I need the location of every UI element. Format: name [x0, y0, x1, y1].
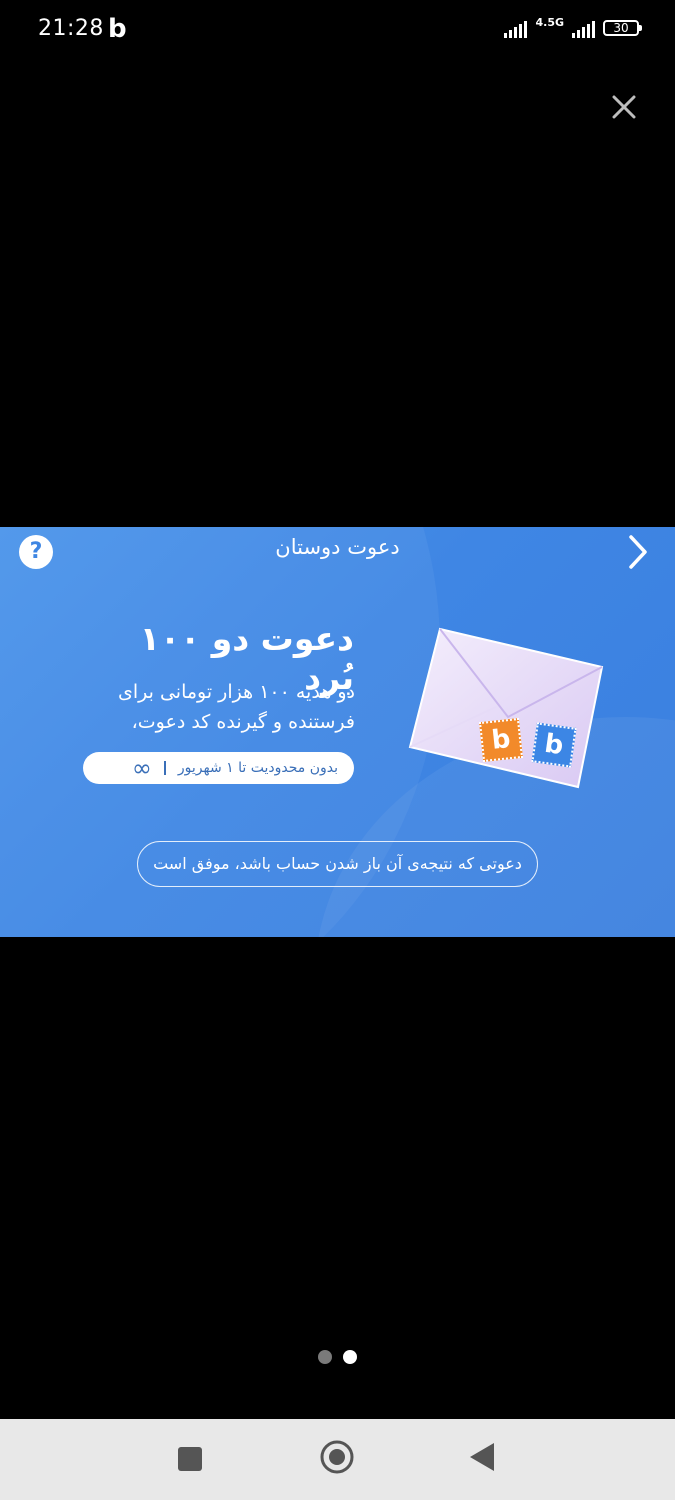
signal-icon-2: [572, 18, 595, 38]
limit-badge: بدون محدودیت تا ۱ شهریور ∞: [83, 752, 354, 784]
limit-text: بدون محدودیت تا ۱ شهریور: [177, 760, 338, 776]
envelope-icon: [408, 627, 604, 789]
app-notification-icon: b: [108, 14, 127, 44]
promo-description-line1: دو هدیه ۱۰۰ هزار تومانی برای: [117, 681, 355, 703]
pager-dot-active[interactable]: [343, 1350, 357, 1364]
success-condition-note: دعوتی که نتیجه‌ی آن باز شدن حساب باشد، م…: [137, 841, 538, 887]
promo-description-line2: فرستنده و گیرنده کد دعوت،: [131, 711, 355, 733]
status-indicators: 4.5G 30: [504, 15, 642, 38]
close-icon[interactable]: [609, 92, 639, 122]
infinity-icon: ∞: [131, 754, 152, 782]
promo-description: دو هدیه ۱۰۰ هزار تومانی برای فرستنده و گ…: [70, 677, 355, 737]
banner-title: دعوت دوستان: [275, 535, 400, 559]
signal-icon: [504, 18, 528, 38]
network-type-label: 4.5G: [535, 15, 564, 29]
triangle-back-icon[interactable]: [464, 1439, 504, 1479]
system-nav-bar: [0, 1419, 675, 1500]
pager-dot[interactable]: [318, 1350, 332, 1364]
status-time: 21:28: [38, 16, 104, 41]
screen: 21:28 b 4.5G 30 ? دعوت دوستان دعوت دو ۱۰…: [0, 0, 675, 1500]
blue-stamp-icon: b: [531, 722, 577, 768]
status-bar: 21:28 b 4.5G 30: [0, 0, 675, 62]
circle-home-icon[interactable]: [317, 1439, 357, 1479]
square-recents-icon[interactable]: [170, 1439, 210, 1479]
invite-friends-banner: ? دعوت دوستان دعوت دو ۱۰۰ بُرد دو هدیه ۱…: [0, 527, 675, 937]
orange-stamp-icon: b: [479, 718, 523, 762]
pager-indicator: [318, 1350, 357, 1364]
battery-icon: 30: [603, 20, 642, 36]
divider: [163, 761, 166, 775]
chevron-right-icon[interactable]: [625, 533, 651, 571]
